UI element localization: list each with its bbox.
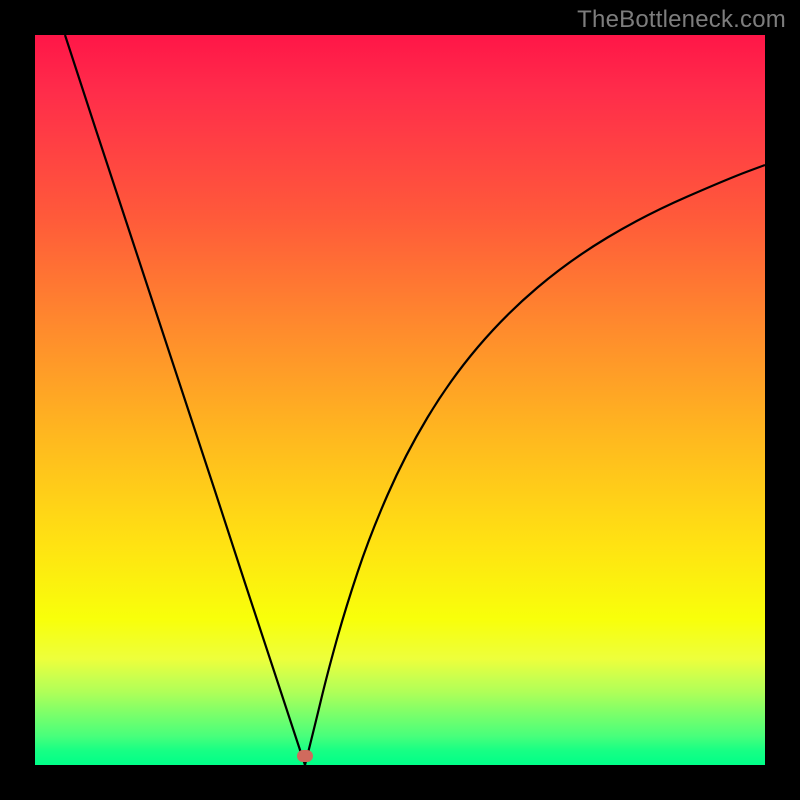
chart-frame: TheBottleneck.com (0, 0, 800, 800)
bottleneck-marker (297, 750, 313, 762)
bottleneck-curve (35, 35, 765, 765)
attribution-text: TheBottleneck.com (577, 6, 786, 34)
plot-area (35, 35, 765, 765)
curve-left-branch (65, 35, 305, 765)
curve-right-branch (305, 165, 765, 765)
